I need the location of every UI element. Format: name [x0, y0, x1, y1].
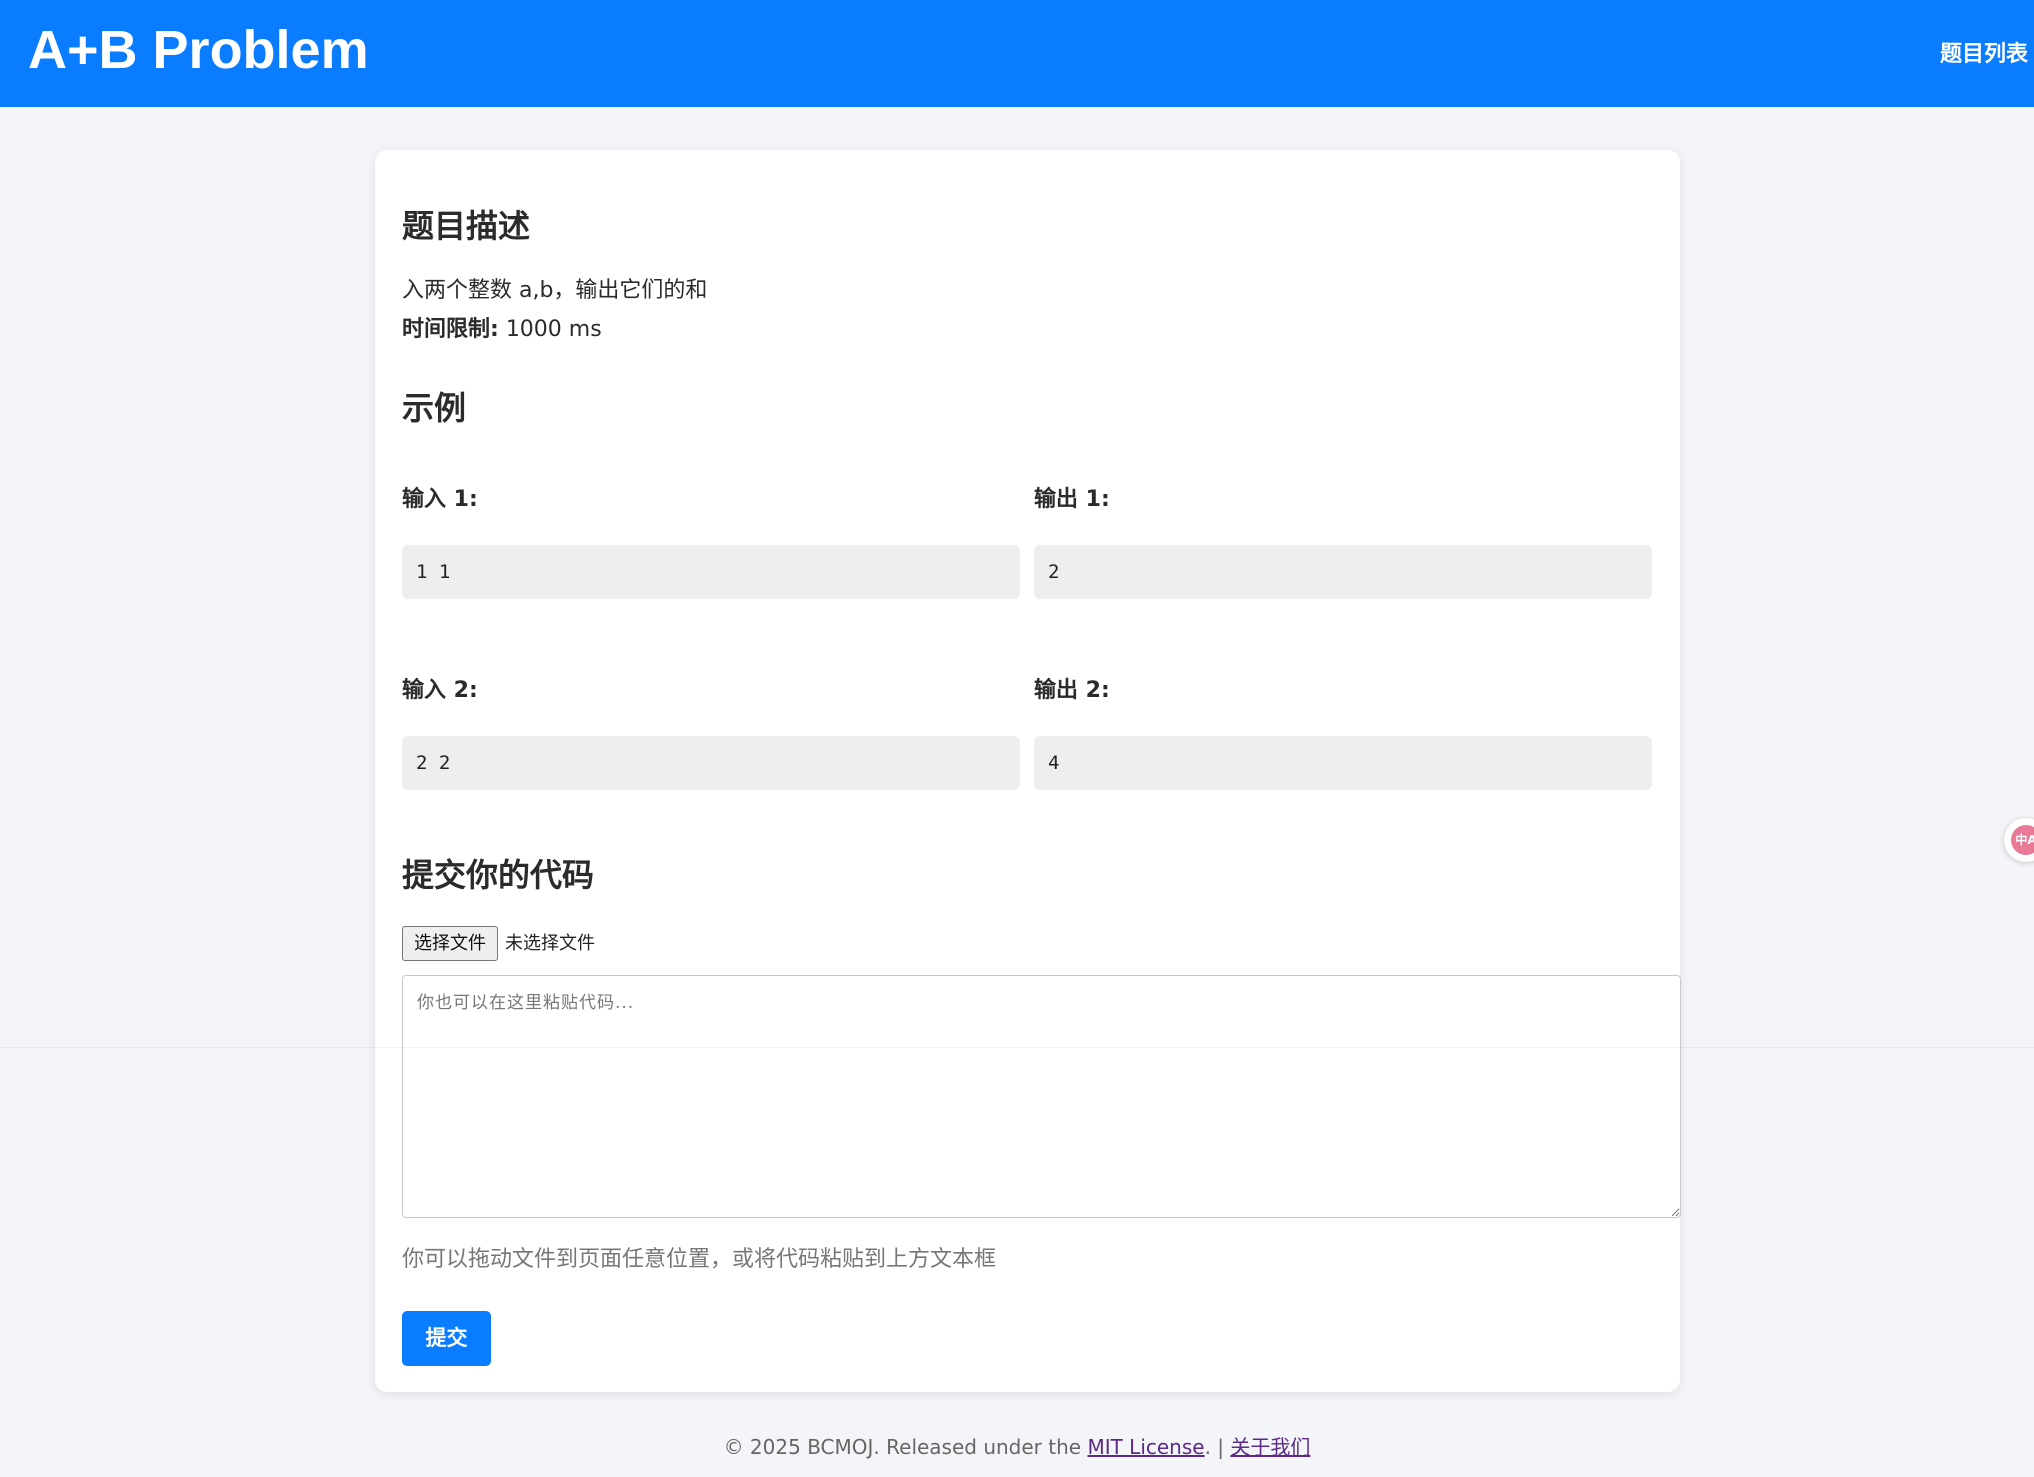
mit-license-link[interactable]: MIT License	[1087, 1435, 1204, 1459]
example-input-box-1: 1 1	[402, 545, 1020, 599]
page-title: A+B Problem	[28, 20, 369, 80]
example-output-box-1: 2	[1034, 545, 1652, 599]
example-output-label-2: 输出 2:	[1034, 678, 1110, 703]
example-input-box-2: 2 2	[402, 736, 1020, 790]
footer-copyright: © 2025 BCMOJ. Released under the	[723, 1435, 1088, 1459]
description-heading: 题目描述	[402, 207, 531, 245]
time-limit-label: 时间限制:	[402, 317, 499, 342]
time-limit-value: 1000 ms	[505, 317, 602, 342]
choose-file-button[interactable]: 选择文件	[402, 926, 498, 961]
top-navbar: A+B Problem 题目列表	[0, 0, 2034, 107]
example-input-label-2: 输入 2:	[402, 678, 478, 703]
submit-heading: 提交你的代码	[402, 856, 595, 894]
examples-heading: 示例	[402, 389, 467, 427]
file-status-text: 未选择文件	[505, 933, 595, 954]
problem-card: 题目描述 入两个整数 a,b，输出它们的和 时间限制: 1000 ms 示例 输…	[375, 150, 1681, 1392]
code-input[interactable]	[402, 975, 1681, 1218]
divider	[0, 1047, 2034, 1048]
example-input-label-1: 输入 1:	[402, 487, 478, 512]
submit-button[interactable]: 提交	[402, 1311, 491, 1366]
example-output-label-1: 输出 1:	[1034, 487, 1110, 512]
about-us-link[interactable]: 关于我们	[1230, 1435, 1310, 1459]
footer: © 2025 BCMOJ. Released under the MIT Lic…	[0, 1432, 2034, 1462]
description-text: 入两个整数 a,b，输出它们的和	[402, 278, 708, 303]
translate-widget[interactable]: 中A	[2004, 818, 2034, 862]
translate-icon: 中A	[2011, 825, 2034, 855]
upload-hint: 你可以拖动文件到页面任意位置，或将代码粘贴到上方文本框	[402, 1247, 997, 1272]
footer-separator: . |	[1204, 1435, 1231, 1459]
example-output-box-2: 4	[1034, 736, 1652, 790]
time-limit: 时间限制: 1000 ms	[402, 314, 602, 346]
problem-list-link[interactable]: 题目列表	[1940, 40, 2028, 70]
